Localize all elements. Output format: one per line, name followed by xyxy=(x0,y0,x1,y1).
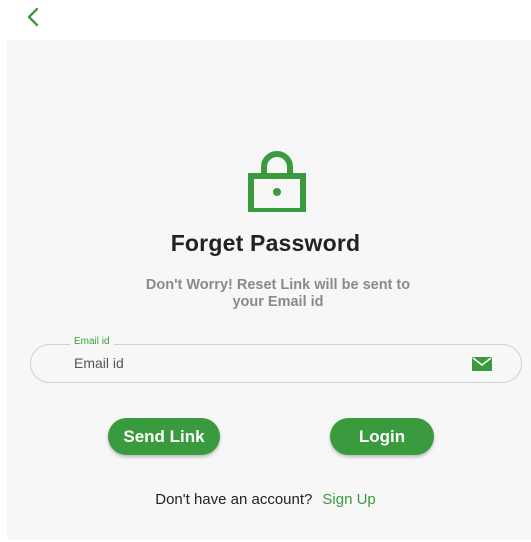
email-field-label: Email id xyxy=(70,336,114,348)
back-button[interactable] xyxy=(22,4,46,30)
forget-password-screen: Forget Password Don't Worry! Reset Link … xyxy=(0,0,531,542)
signup-prompt: Don't have an account? Sign Up xyxy=(0,491,531,508)
page-subtitle: Don't Worry! Reset Link will be sent to … xyxy=(145,277,411,310)
page-title: Forget Password xyxy=(170,230,361,256)
sign-up-link[interactable]: Sign Up xyxy=(322,491,375,508)
signup-prompt-text: Don't have an account? xyxy=(155,491,313,508)
chevron-left-icon xyxy=(27,7,39,27)
login-button[interactable]: Login xyxy=(330,418,434,455)
send-link-button[interactable]: Send Link xyxy=(108,418,220,455)
mail-icon xyxy=(472,357,492,371)
email-input[interactable] xyxy=(74,352,454,374)
lock-icon xyxy=(248,151,306,212)
